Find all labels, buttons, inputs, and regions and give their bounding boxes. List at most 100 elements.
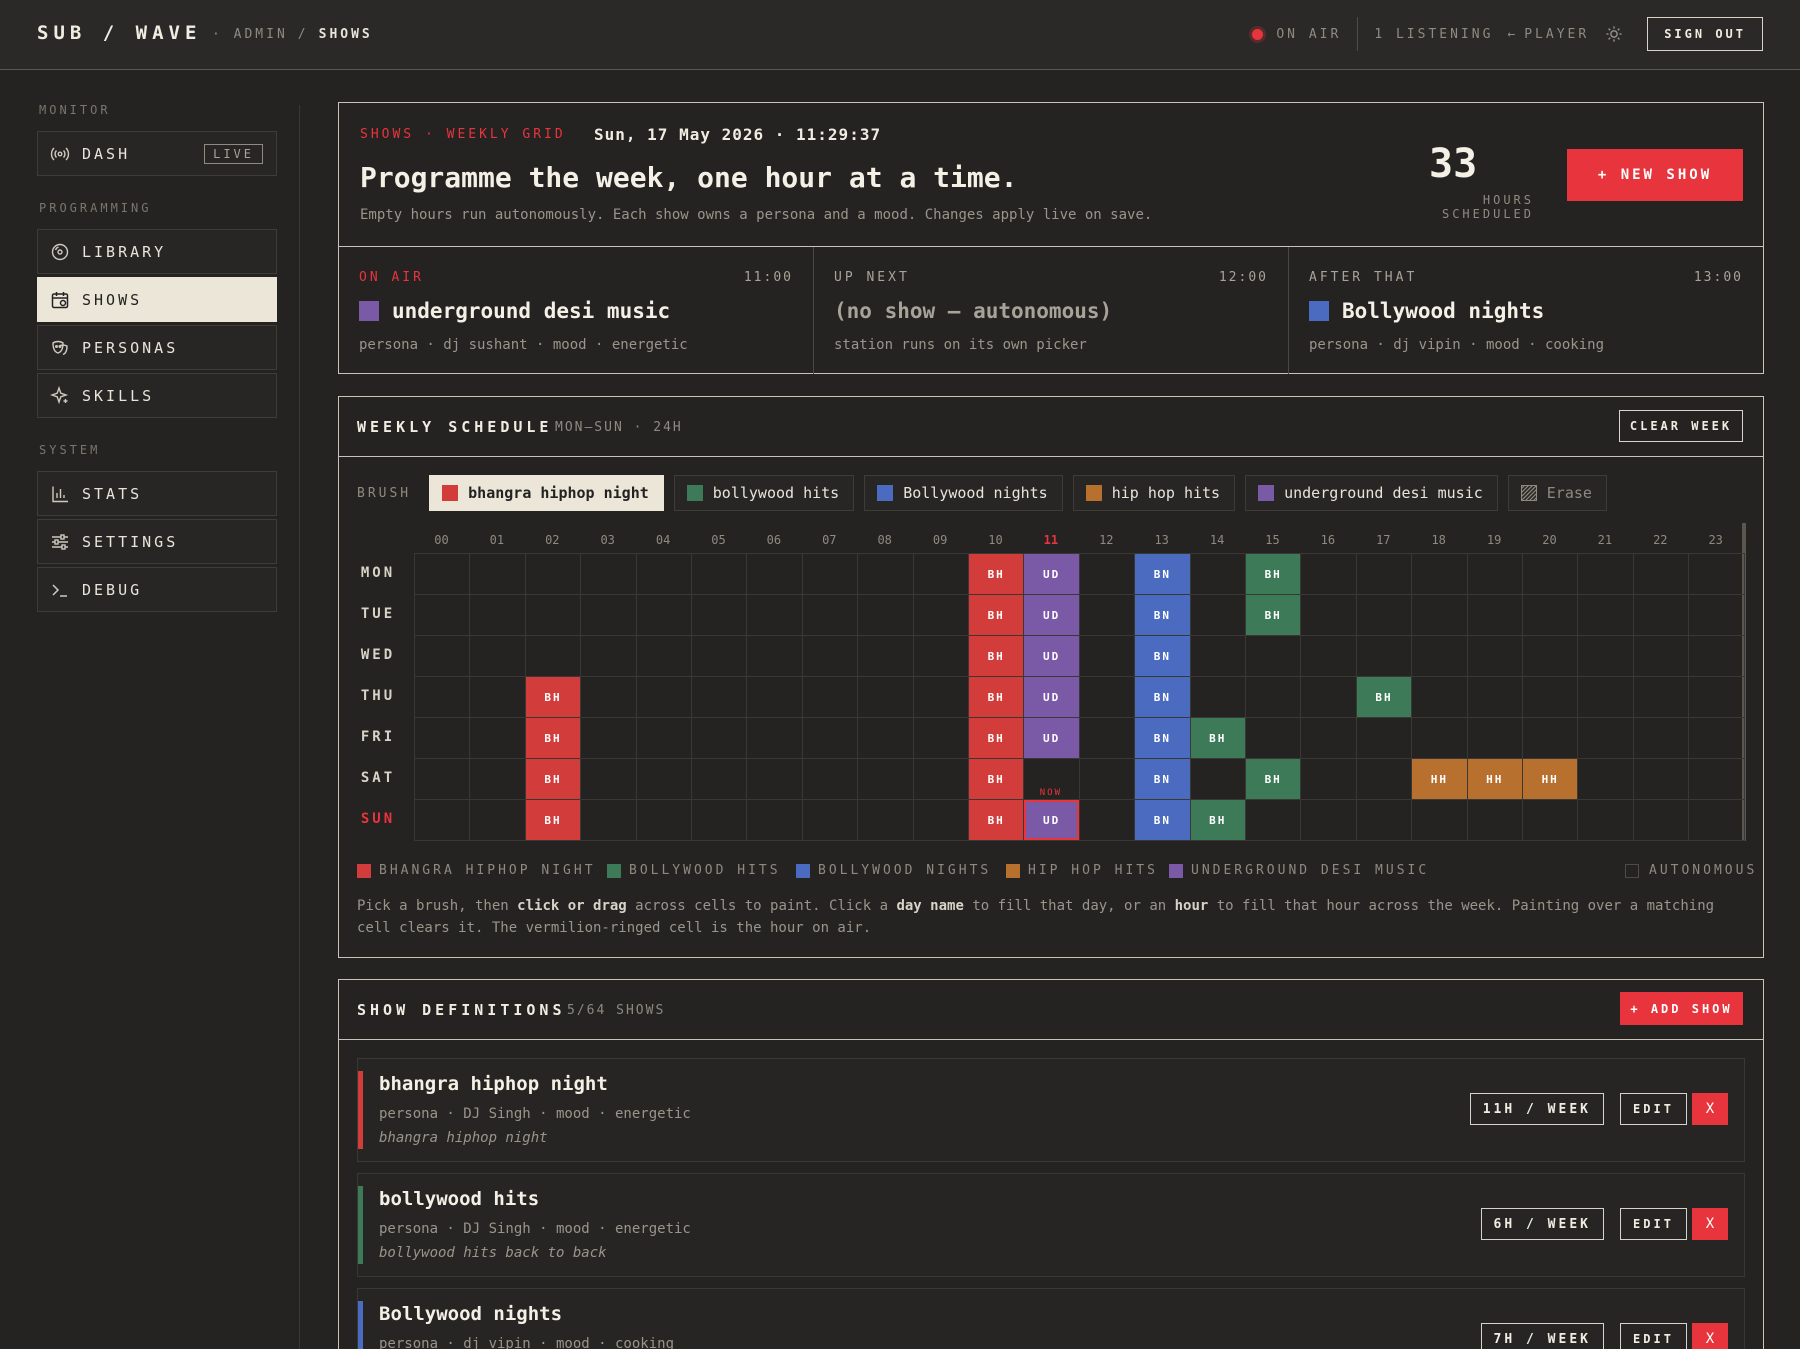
scheduled-block[interactable]: BN — [1135, 636, 1190, 676]
grid-cell[interactable] — [1632, 676, 1690, 718]
scheduled-block[interactable]: BH — [969, 677, 1024, 717]
delete-show-button[interactable]: X — [1692, 1208, 1728, 1240]
grid-cell[interactable] — [801, 676, 859, 718]
grid-cell[interactable] — [1411, 676, 1468, 718]
grid-cell[interactable] — [1522, 594, 1579, 636]
brush-erase[interactable]: Erase — [1507, 475, 1607, 511]
grid-cell[interactable] — [580, 799, 637, 841]
grid-cell[interactable] — [801, 799, 859, 841]
slot-after-that[interactable]: AFTER THAT 13:00 Bollywood nights person… — [1289, 247, 1763, 374]
show-card[interactable]: Bollywood nights persona · dj vipin · moo… — [357, 1288, 1745, 1349]
hour-header-19[interactable]: 19 — [1467, 533, 1522, 547]
scheduled-block[interactable]: UD — [1024, 800, 1079, 840]
grid-cell[interactable] — [635, 676, 692, 718]
grid-cell[interactable] — [1522, 799, 1579, 841]
day-header-thu[interactable]: THU — [353, 688, 403, 704]
sidebar-item-stats[interactable]: STATS — [37, 471, 277, 516]
scheduled-block[interactable]: BH — [969, 800, 1024, 840]
grid-cell[interactable] — [524, 553, 582, 595]
grid-cell[interactable] — [912, 758, 969, 800]
hour-header-13[interactable]: 13 — [1134, 533, 1189, 547]
grid-cell[interactable] — [801, 758, 859, 800]
scheduled-block[interactable]: BH — [969, 759, 1024, 799]
grid-cell[interactable] — [1411, 799, 1468, 841]
show-card[interactable]: bhangra hiphop night persona · DJ Singh ·… — [357, 1058, 1745, 1162]
grid-cell[interactable] — [857, 635, 914, 677]
grid-cell[interactable] — [1466, 635, 1523, 677]
grid-cell[interactable] — [1466, 676, 1523, 718]
brand-logo[interactable]: SUB / WAVE — [37, 22, 201, 44]
grid-cell[interactable] — [912, 717, 969, 759]
day-header-mon[interactable]: MON — [353, 565, 403, 581]
grid-cell[interactable] — [1632, 594, 1690, 636]
grid-cell[interactable] — [1688, 635, 1745, 677]
grid-cell[interactable] — [1411, 717, 1468, 759]
sidebar-item-personas[interactable]: PERSONAS — [37, 325, 277, 370]
scheduled-block[interactable]: BN — [1135, 677, 1190, 717]
scheduled-block[interactable]: BN — [1135, 595, 1190, 635]
grid-cell[interactable] — [1355, 594, 1413, 636]
hour-header-18[interactable]: 18 — [1411, 533, 1466, 547]
clear-week-button[interactable]: CLEAR WEEK — [1619, 410, 1743, 442]
grid-cell[interactable] — [691, 758, 748, 800]
grid-cell[interactable] — [1577, 553, 1634, 595]
grid-cell[interactable] — [801, 594, 859, 636]
grid-cell[interactable] — [1466, 553, 1523, 595]
scheduled-block[interactable]: BH — [525, 759, 581, 799]
grid-cell[interactable] — [1411, 594, 1468, 636]
grid-cell[interactable] — [1300, 717, 1357, 759]
grid-cell[interactable] — [1355, 717, 1413, 759]
grid-cell[interactable] — [524, 635, 582, 677]
sidebar-item-skills[interactable]: SKILLS — [37, 373, 277, 418]
grid-cell[interactable] — [1688, 553, 1745, 595]
edit-show-button[interactable]: EDIT — [1620, 1323, 1687, 1349]
scheduled-block[interactable]: HH — [1412, 759, 1467, 799]
scheduled-block[interactable]: BH — [1190, 718, 1245, 758]
grid-cell[interactable] — [1245, 799, 1302, 841]
grid-cell[interactable] — [580, 594, 637, 636]
grid-cell[interactable] — [1577, 594, 1634, 636]
grid-cell[interactable] — [1189, 676, 1246, 718]
hour-header-05[interactable]: 05 — [691, 533, 746, 547]
grid-cell[interactable] — [1577, 635, 1634, 677]
grid-cell[interactable] — [469, 553, 526, 595]
grid-cell[interactable] — [580, 758, 637, 800]
hour-header-00[interactable]: 00 — [414, 533, 469, 547]
grid-cell[interactable] — [1688, 799, 1745, 841]
grid-cell[interactable] — [524, 594, 582, 636]
grid-cell[interactable] — [469, 635, 526, 677]
day-header-sun[interactable]: SUN — [353, 811, 403, 827]
grid-cell[interactable] — [691, 553, 748, 595]
scheduled-block[interactable]: BN — [1135, 800, 1190, 840]
grid-cell[interactable] — [635, 553, 692, 595]
grid-cell[interactable] — [691, 717, 748, 759]
grid-cell[interactable] — [1688, 594, 1745, 636]
grid-cell[interactable] — [414, 799, 471, 841]
grid-cell[interactable] — [1078, 717, 1136, 759]
hour-header-16[interactable]: 16 — [1300, 533, 1355, 547]
grid-cell[interactable] — [1577, 676, 1634, 718]
grid-cell[interactable] — [1189, 553, 1246, 595]
new-show-button[interactable]: + NEW SHOW — [1567, 149, 1743, 201]
grid-cell[interactable] — [469, 676, 526, 718]
grid-cell[interactable] — [746, 799, 803, 841]
scheduled-block[interactable]: BH — [969, 554, 1024, 594]
grid-cell[interactable] — [1078, 758, 1136, 800]
grid-cell[interactable] — [1300, 799, 1357, 841]
grid-cell[interactable] — [912, 635, 969, 677]
scheduled-block[interactable]: HH — [1467, 759, 1522, 799]
grid-cell[interactable] — [1577, 799, 1634, 841]
grid-cell[interactable] — [912, 799, 969, 841]
grid-cell[interactable] — [635, 799, 692, 841]
grid-cell[interactable] — [1078, 635, 1136, 677]
grid-cell[interactable] — [414, 758, 471, 800]
grid-cell[interactable] — [1632, 758, 1690, 800]
day-header-wed[interactable]: WED — [353, 647, 403, 663]
scheduled-block[interactable]: BH — [1246, 554, 1301, 594]
grid-cell[interactable] — [1189, 758, 1246, 800]
hour-header-22[interactable]: 22 — [1633, 533, 1688, 547]
grid-cell[interactable] — [1466, 799, 1523, 841]
grid-cell[interactable] — [1577, 717, 1634, 759]
scheduled-block[interactable]: BH — [1190, 800, 1245, 840]
scheduled-block[interactable]: UD — [1024, 554, 1079, 594]
